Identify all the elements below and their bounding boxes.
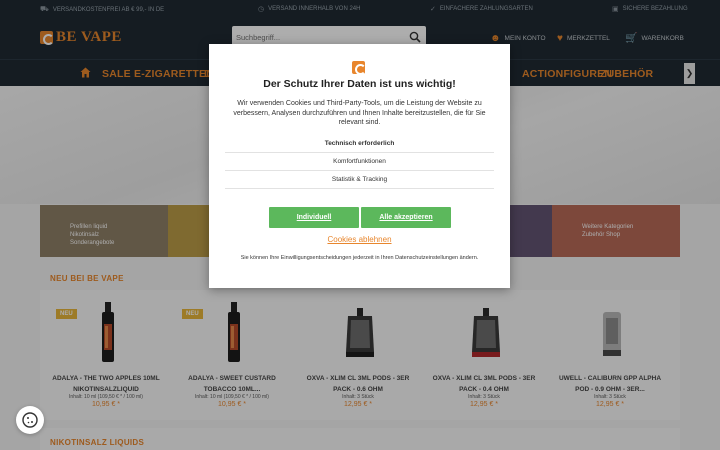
individual-button[interactable]: Individuell [269,207,359,228]
modal-description: Wir verwenden Cookies und Third-Party-To… [233,100,486,126]
modal-title: Der Schutz Ihrer Daten ist uns wichtig! [263,78,456,90]
accept-all-button[interactable]: Alle akzeptieren [361,207,451,228]
cookie-option-required[interactable]: Technisch erforderlich [225,135,494,153]
cookie-option-statistics[interactable]: Statistik & Tracking [225,171,494,189]
cookie-settings-button[interactable] [16,406,44,434]
modal-logo-icon [352,61,366,75]
cookie-icon [22,412,38,428]
modal-note: Sie können Ihre Einwilligungsentscheidun… [240,255,479,261]
cookie-option-comfort[interactable]: Komfortfunktionen [225,153,494,171]
cookie-consent-modal: Der Schutz Ihrer Daten ist uns wichtig! … [209,44,510,288]
reject-cookies-link[interactable]: Cookies ablehnen [209,235,510,244]
